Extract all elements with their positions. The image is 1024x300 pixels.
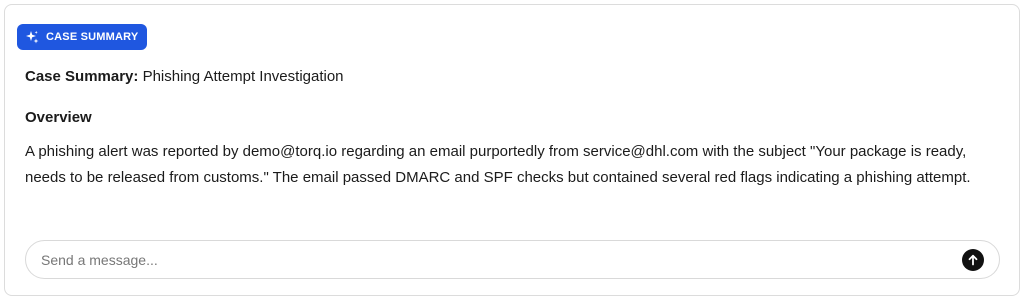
case-summary-badge: CASE SUMMARY (17, 24, 148, 50)
case-summary-line: Case Summary: Phishing Attempt Investiga… (25, 68, 344, 85)
arrow-up-icon (967, 254, 979, 266)
overview-text-start: A phishing alert was reported by (25, 143, 243, 160)
sparkles-icon (25, 30, 39, 44)
case-summary-card: CASE SUMMARY Case Summary: Phishing Atte… (4, 4, 1020, 296)
case-summary-key: Case Summary: (25, 68, 139, 85)
reporter-email: demo@torq.io (242, 143, 338, 160)
overview-heading: Overview (25, 109, 92, 126)
overview-text: A phishing alert was reported by demo@to… (25, 139, 1001, 191)
message-composer (25, 240, 1000, 279)
badge-label: CASE SUMMARY (46, 31, 139, 43)
message-input[interactable] (41, 241, 941, 278)
send-button[interactable] (962, 249, 984, 271)
case-summary-value: Phishing Attempt Investigation (142, 68, 344, 85)
